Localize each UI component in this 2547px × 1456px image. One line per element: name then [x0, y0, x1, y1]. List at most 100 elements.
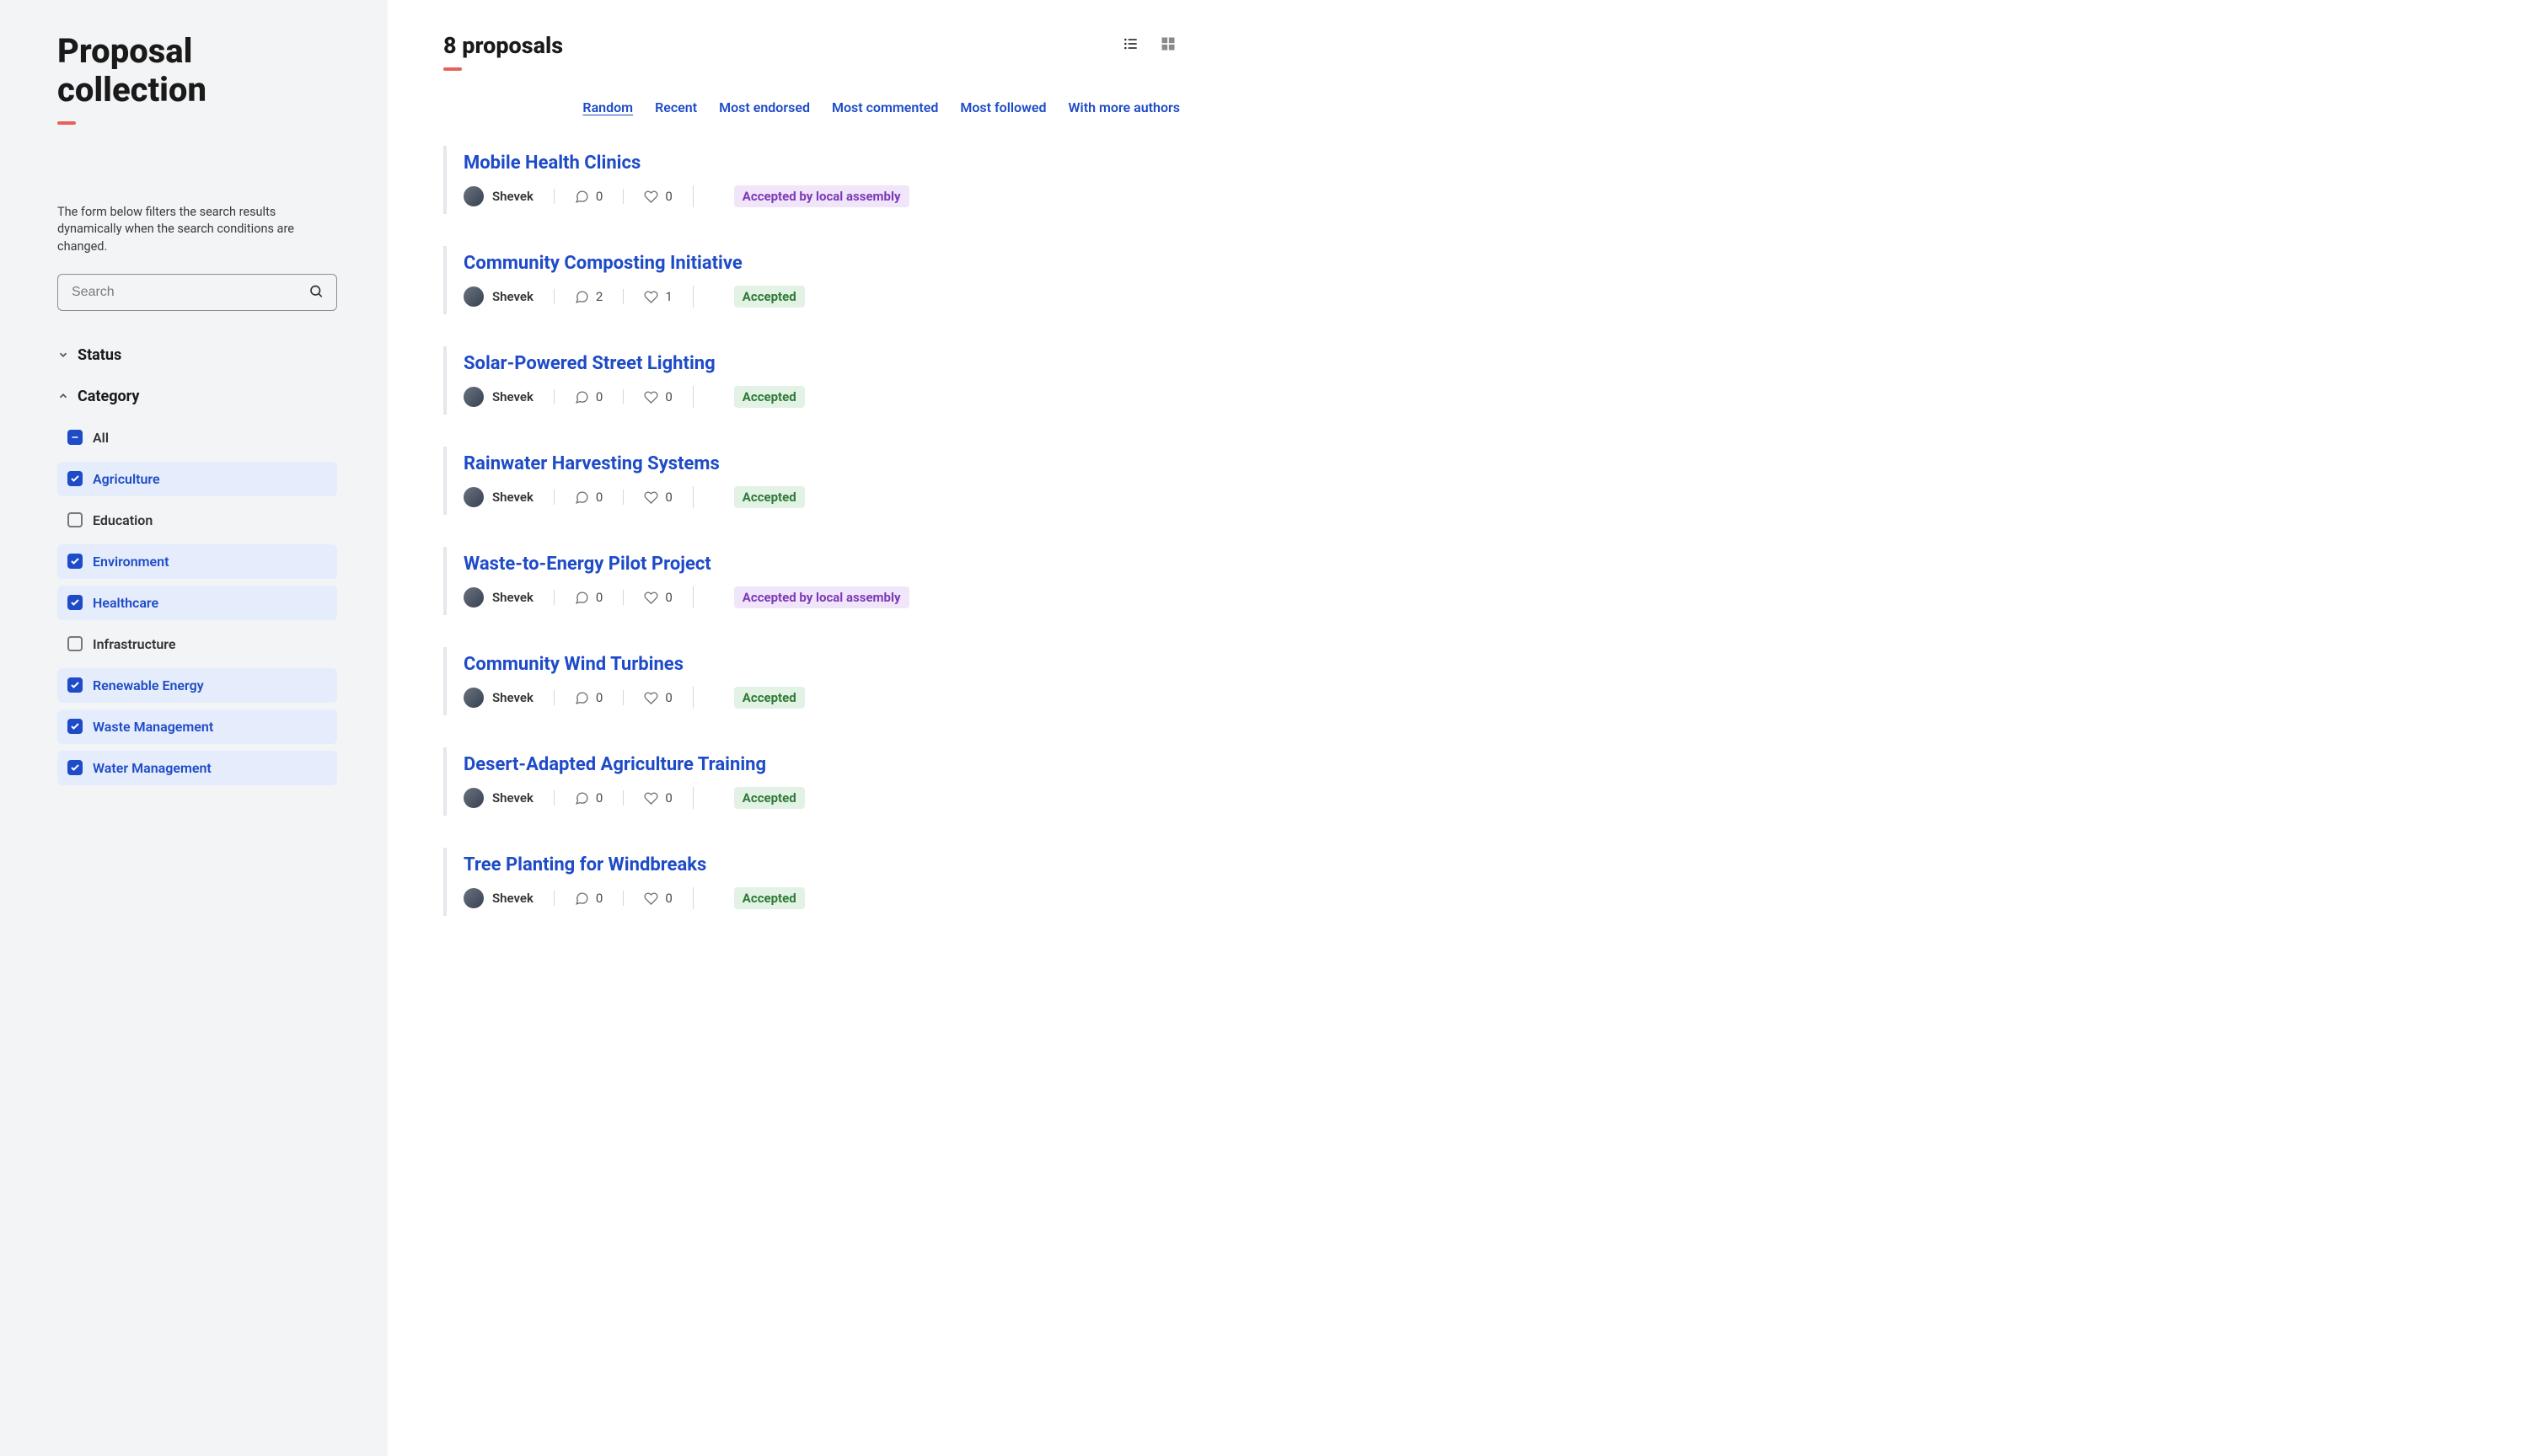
proposal-card: Desert-Adapted Agriculture Training Sheve…: [443, 747, 1180, 816]
proposal-author[interactable]: Shevek: [464, 487, 554, 507]
proposal-likes[interactable]: 0: [623, 590, 692, 605]
category-list: All Agriculture Education Environment Health…: [57, 420, 337, 785]
category-item[interactable]: Renewable Energy: [57, 668, 337, 703]
category-label: All: [93, 430, 109, 446]
author-name: Shevek: [492, 891, 534, 906]
checkbox-checked-icon: [67, 719, 83, 734]
filter-header-status[interactable]: Status: [57, 346, 337, 364]
grid-view-button[interactable]: [1156, 32, 1180, 58]
proposal-comments[interactable]: 0: [554, 189, 623, 204]
sidebar: Proposal collection The form below filte…: [0, 0, 388, 1456]
proposal-title[interactable]: Mobile Health Clinics: [464, 153, 1180, 174]
proposal-count: 8 proposals: [443, 32, 563, 59]
heart-icon: [644, 390, 658, 404]
proposal-title[interactable]: Community Composting Initiative: [464, 253, 1180, 274]
proposal-meta: Shevek00Accepted by local assembly: [464, 586, 1180, 608]
proposal-title[interactable]: Desert-Adapted Agriculture Training: [464, 754, 1180, 775]
author-name: Shevek: [492, 289, 534, 304]
list-view-button[interactable]: [1119, 32, 1143, 58]
grid-icon: [1160, 35, 1177, 52]
avatar: [464, 186, 484, 206]
proposal-likes[interactable]: 0: [623, 790, 692, 806]
proposal-meta: Shevek 0 0 Accepted by local assembly: [464, 185, 1180, 207]
proposal-status-cell: Accepted: [693, 386, 805, 408]
sort-tab[interactable]: With more authors: [1069, 99, 1181, 117]
search-icon: [308, 283, 324, 298]
proposal-likes[interactable]: 0: [623, 389, 692, 404]
category-item[interactable]: Water Management: [57, 751, 337, 785]
likes-count: 0: [665, 189, 672, 204]
avatar: [464, 688, 484, 708]
proposal-author[interactable]: Shevek: [464, 387, 554, 407]
proposal-title[interactable]: Tree Planting for Windbreaks: [464, 854, 1180, 875]
proposal-likes[interactable]: 0: [623, 490, 692, 505]
comments-count: 0: [596, 189, 603, 204]
sort-tab[interactable]: Most commented: [832, 99, 938, 117]
proposal-comments[interactable]: 0: [554, 690, 623, 705]
comments-icon: [575, 490, 589, 505]
proposal-card: Waste-to-Energy Pilot ProjectShevek00Acc…: [443, 547, 1180, 615]
comments-icon: [575, 290, 589, 304]
proposal-title[interactable]: Community Wind Turbines: [464, 654, 1180, 675]
proposal-title[interactable]: Solar-Powered Street Lighting: [464, 353, 1180, 374]
category-item[interactable]: Education: [57, 503, 337, 538]
proposal-comments[interactable]: 0: [554, 490, 623, 505]
category-label: Infrastructure: [93, 636, 175, 652]
proposal-comments[interactable]: 0: [554, 891, 623, 906]
comments-icon: [575, 691, 589, 705]
proposal-author[interactable]: Shevek: [464, 688, 554, 708]
proposal-title[interactable]: Waste-to-Energy Pilot Project: [464, 554, 1180, 575]
category-label: Water Management: [93, 760, 212, 776]
comments-count: 0: [596, 389, 603, 404]
main-content: 8 proposals Random Recent Most endorsed Mos…: [388, 0, 1231, 1456]
sort-tab[interactable]: Recent: [655, 99, 697, 117]
category-item[interactable]: Infrastructure: [57, 627, 337, 661]
proposal-comments[interactable]: 0: [554, 389, 623, 404]
proposal-likes[interactable]: 0: [623, 891, 692, 906]
proposal-comments[interactable]: 2: [554, 289, 623, 304]
heart-icon: [644, 891, 658, 906]
search-button[interactable]: [305, 280, 327, 304]
checkbox-checked-icon: [67, 677, 83, 693]
proposal-author[interactable]: Shevek: [464, 888, 554, 908]
author-name: Shevek: [492, 690, 534, 705]
filter-header-category[interactable]: Category: [57, 388, 337, 405]
proposal-likes[interactable]: 0: [623, 690, 692, 705]
checkbox-checked-icon: [67, 595, 83, 610]
avatar: [464, 487, 484, 507]
proposal-status-cell: Accepted by local assembly: [693, 185, 909, 207]
proposal-author[interactable]: Shevek: [464, 788, 554, 808]
sort-tab[interactable]: Most followed: [960, 99, 1046, 117]
proposal-author[interactable]: Shevek: [464, 286, 554, 307]
category-item[interactable]: All: [57, 420, 337, 455]
category-label: Healthcare: [93, 595, 158, 611]
proposal-title[interactable]: Rainwater Harvesting Systems: [464, 453, 1180, 474]
search-input[interactable]: [57, 274, 337, 311]
category-item[interactable]: Waste Management: [57, 709, 337, 744]
heart-icon: [644, 490, 658, 505]
status-badge: Accepted by local assembly: [734, 586, 909, 608]
heart-icon: [644, 290, 658, 304]
status-badge: Accepted by local assembly: [734, 185, 909, 207]
avatar: [464, 387, 484, 407]
heart-icon: [644, 691, 658, 705]
proposal-comments[interactable]: 0: [554, 790, 623, 806]
proposal-likes[interactable]: 0: [623, 189, 692, 204]
sort-tab[interactable]: Random: [582, 99, 633, 117]
proposal-comments[interactable]: 0: [554, 590, 623, 605]
page-title: Proposal collection: [57, 32, 337, 110]
proposal-card: Community Composting Initiative Shevek 21 A…: [443, 246, 1180, 314]
category-item[interactable]: Agriculture: [57, 462, 337, 496]
category-item[interactable]: Environment: [57, 544, 337, 579]
proposal-author[interactable]: Shevek: [464, 587, 554, 608]
heart-icon: [644, 190, 658, 204]
proposal-likes[interactable]: 1: [623, 289, 692, 304]
author-name: Shevek: [492, 189, 534, 204]
category-item[interactable]: Healthcare: [57, 586, 337, 620]
status-badge: Accepted: [734, 286, 805, 308]
sort-tab[interactable]: Most endorsed: [719, 99, 810, 117]
status-badge: Accepted: [734, 687, 805, 709]
view-toggle: [1119, 32, 1180, 58]
likes-count: 0: [665, 891, 672, 906]
proposal-author[interactable]: Shevek: [464, 186, 554, 206]
